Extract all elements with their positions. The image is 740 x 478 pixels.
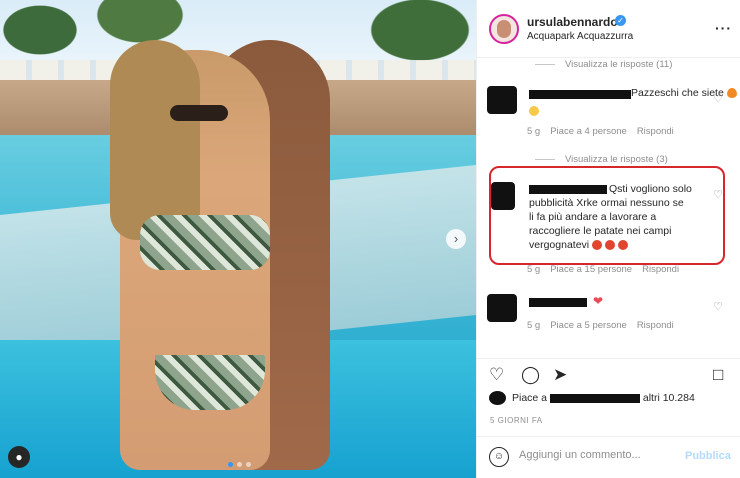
- comment-meta: 5 g Piace a 5 persone Rispondi: [527, 320, 674, 331]
- comment-time: 5 g: [527, 320, 541, 331]
- red-heart-emoji-icon: ❤: [593, 294, 604, 308]
- photo-hair: [110, 40, 200, 240]
- comment-avatar[interactable]: [487, 294, 517, 322]
- comment-time: 5 g: [527, 264, 541, 275]
- replies-divider: [535, 159, 555, 160]
- photo-sunglasses: [170, 105, 228, 121]
- likes-avatar: [489, 391, 506, 405]
- carousel-dot: [246, 462, 251, 467]
- carousel-dot-active: [228, 462, 233, 467]
- comment-input[interactable]: [519, 449, 669, 461]
- redacted-username: [529, 90, 631, 99]
- redacted-username: [529, 298, 587, 307]
- post-date[interactable]: 5 GIORNI FA: [490, 416, 543, 425]
- view-replies-button[interactable]: Visualizza le risposte (11): [535, 59, 672, 70]
- view-replies-label: Visualizza le risposte (11): [565, 59, 673, 70]
- chevron-right-icon[interactable]: ›: [446, 229, 466, 249]
- likes-prefix: Piace a: [512, 392, 548, 404]
- verified-badge-icon: ✓: [615, 15, 626, 26]
- location-link[interactable]: Acquapark Acquazzurra: [527, 31, 633, 42]
- photo-couple: [80, 20, 350, 478]
- comment-avatar[interactable]: [487, 86, 517, 114]
- comment-meta: 5 g Piace a 4 persone Rispondi: [527, 126, 674, 137]
- fire-emoji-icon: [726, 88, 737, 99]
- comment-like-icon[interactable]: ♡: [713, 92, 723, 105]
- post-header: ursulabennardo ✓ Acquapark Acquazzurra ·…: [477, 0, 740, 58]
- photo-bikini-top: [140, 215, 270, 270]
- comment-likes[interactable]: Piace a 5 persone: [550, 320, 627, 331]
- carousel-dots: [228, 462, 251, 467]
- username[interactable]: ursulabennardo: [527, 15, 618, 29]
- post-actions: ♡ ◯ ➤ □: [477, 358, 740, 388]
- likes-count: altri 10.284: [642, 392, 695, 404]
- publish-button[interactable]: Pubblica: [685, 450, 731, 462]
- replies-divider: [535, 64, 555, 65]
- comment-highlight-box: [489, 166, 725, 265]
- view-replies-button[interactable]: Visualizza le risposte (3): [535, 154, 668, 165]
- avatar[interactable]: [489, 14, 519, 44]
- comment-likes[interactable]: Piace a 4 persone: [550, 126, 627, 137]
- heart-icon[interactable]: ♡: [489, 365, 504, 385]
- likes-summary[interactable]: Piace a altri 10.284: [512, 392, 695, 404]
- redacted-username: [549, 393, 640, 403]
- view-replies-label: Visualizza le risposte (3): [565, 154, 668, 165]
- smile-icon[interactable]: ☺: [489, 447, 509, 467]
- photo-bikini-bottom: [155, 355, 265, 410]
- carousel-dot: [237, 462, 242, 467]
- comment-emoji-row: [529, 102, 539, 120]
- comment-meta: 5 g Piace a 15 persone Rispondi: [527, 264, 679, 275]
- comment-time: 5 g: [527, 126, 541, 137]
- paper-plane-icon[interactable]: ➤: [553, 365, 567, 385]
- more-dots-icon[interactable]: ···: [715, 20, 732, 36]
- comment-composer: ☺ Pubblica: [477, 436, 740, 478]
- heart-eyes-emoji-icon: [529, 105, 539, 116]
- user-tag-icon[interactable]: ●: [8, 446, 30, 468]
- comment-icon[interactable]: ◯: [521, 365, 540, 385]
- comment-like-icon[interactable]: ♡: [713, 300, 723, 313]
- reply-button[interactable]: Rispondi: [642, 264, 679, 275]
- comment-likes[interactable]: Piace a 15 persone: [550, 264, 632, 275]
- bookmark-icon[interactable]: □: [713, 365, 723, 385]
- reply-button[interactable]: Rispondi: [637, 126, 674, 137]
- post-photo[interactable]: › ●: [0, 0, 476, 478]
- reply-button[interactable]: Rispondi: [637, 320, 674, 331]
